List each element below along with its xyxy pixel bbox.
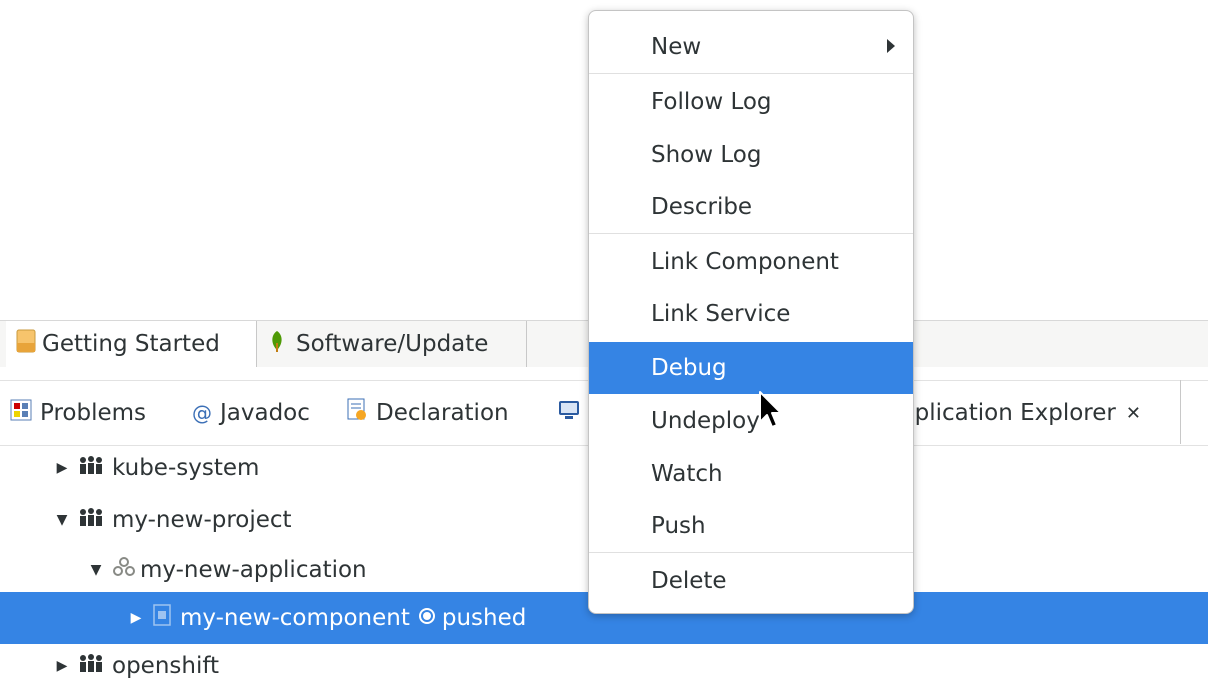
expand-arrow-icon[interactable]: ▶ bbox=[128, 610, 144, 626]
tab-javadoc[interactable]: @ Javadoc bbox=[192, 381, 310, 445]
menu-item-label: Describe bbox=[651, 194, 753, 220]
console-icon bbox=[558, 399, 580, 427]
menu-item-label: Debug bbox=[651, 355, 727, 381]
menu-item-label: Link Component bbox=[651, 249, 839, 275]
tree-item-label: kube-system bbox=[112, 455, 260, 481]
tree-item-label: my-new-project bbox=[112, 507, 292, 533]
application-icon bbox=[112, 557, 136, 583]
expand-arrow-icon[interactable]: ▶ bbox=[54, 460, 70, 476]
menu-separator bbox=[589, 233, 913, 234]
close-icon[interactable]: ✕ bbox=[1126, 403, 1141, 424]
tab-label: pplication Explorer bbox=[900, 400, 1116, 426]
component-icon bbox=[152, 603, 172, 633]
tab-problems[interactable]: Problems bbox=[10, 381, 146, 445]
problems-icon bbox=[10, 399, 32, 427]
menu-item-undeploy[interactable]: Undeploy bbox=[589, 395, 913, 447]
status-text: pushed bbox=[441, 605, 527, 631]
tab-label: Problems bbox=[40, 400, 147, 426]
tree-item-label: openshift bbox=[112, 653, 220, 679]
menu-item-follow-log[interactable]: Follow Log bbox=[589, 76, 913, 128]
menu-item-debug[interactable]: Debug bbox=[589, 342, 913, 394]
tab-software-update[interactable]: Software/Update bbox=[258, 321, 527, 367]
menu-item-label: Watch bbox=[651, 461, 723, 487]
mouse-pointer-icon bbox=[758, 390, 784, 436]
tab-application-explorer[interactable]: pplication Explorer ✕ bbox=[900, 381, 1141, 445]
menu-item-new[interactable]: New bbox=[589, 21, 913, 73]
tree-item-openshift[interactable]: ▶ openshift bbox=[0, 640, 1208, 692]
document-icon bbox=[16, 329, 36, 359]
tab-label: Software/Update bbox=[296, 331, 489, 357]
menu-item-label: Link Service bbox=[651, 301, 791, 327]
tab-label: Getting Started bbox=[42, 331, 220, 357]
tab-getting-started[interactable]: Getting Started bbox=[6, 321, 257, 367]
menu-item-label: New bbox=[651, 34, 702, 60]
menu-item-label: Push bbox=[651, 513, 706, 539]
menu-item-delete[interactable]: Delete bbox=[589, 555, 913, 607]
menu-item-push[interactable]: Push bbox=[589, 500, 913, 552]
project-icon bbox=[78, 507, 104, 533]
project-icon bbox=[78, 653, 104, 679]
menu-separator bbox=[589, 73, 913, 74]
menu-item-show-log[interactable]: Show Log bbox=[589, 129, 913, 181]
tab-label: Declaration bbox=[376, 400, 509, 426]
status-dot-icon bbox=[418, 605, 436, 631]
menu-separator bbox=[589, 552, 913, 553]
tab-bar-divider bbox=[1180, 380, 1181, 444]
tab-console[interactable] bbox=[558, 381, 580, 445]
tab-label: Javadoc bbox=[220, 400, 310, 426]
leaf-icon bbox=[268, 329, 286, 359]
context-menu: New Follow Log Show Log Describe Link Co… bbox=[588, 10, 914, 614]
menu-item-describe[interactable]: Describe bbox=[589, 181, 913, 233]
tree-item-label: my-new-application bbox=[140, 557, 367, 583]
tab-declaration[interactable]: Declaration bbox=[346, 381, 509, 445]
menu-item-link-component[interactable]: Link Component bbox=[589, 236, 913, 288]
project-icon bbox=[78, 455, 104, 481]
menu-item-link-service[interactable]: Link Service bbox=[589, 288, 913, 340]
menu-item-label: Undeploy bbox=[651, 408, 760, 434]
menu-item-watch[interactable]: Watch bbox=[589, 448, 913, 500]
at-icon: @ bbox=[192, 401, 212, 425]
collapse-arrow-icon[interactable]: ▼ bbox=[88, 562, 104, 578]
tree-item-label: my-new-component bbox=[180, 605, 410, 631]
declaration-icon bbox=[346, 398, 368, 428]
collapse-arrow-icon[interactable]: ▼ bbox=[54, 512, 70, 528]
submenu-arrow-icon bbox=[887, 39, 895, 53]
menu-item-label: Show Log bbox=[651, 142, 762, 168]
expand-arrow-icon[interactable]: ▶ bbox=[54, 658, 70, 674]
menu-item-label: Delete bbox=[651, 568, 727, 594]
menu-item-label: Follow Log bbox=[651, 89, 772, 115]
